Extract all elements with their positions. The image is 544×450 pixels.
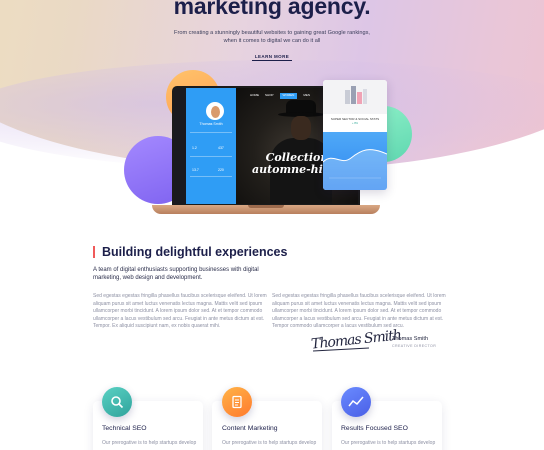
service-title: Results Focused SEO <box>341 425 408 432</box>
mockup-nav-item: SHOP <box>265 93 274 97</box>
analytics-card-sub: + 8% <box>352 122 358 125</box>
section-title: Building delightful experiences <box>102 245 288 259</box>
hero-subline: From creating a stunningly beautiful web… <box>174 30 370 44</box>
bar-chart-icon <box>345 86 367 104</box>
service-title: Technical SEO <box>102 425 147 432</box>
analytics-card-chart <box>323 132 387 190</box>
document-icon <box>222 387 252 417</box>
avatar <box>206 102 224 120</box>
analytics-card-header <box>323 80 387 114</box>
learn-more-link[interactable]: LEARN MORE <box>252 54 292 61</box>
service-title: Content Marketing <box>222 425 278 432</box>
analytics-card: SUPER SECTOR & SOCIAL STATS + 8% <box>323 80 387 190</box>
hero-headline: marketing agency. <box>173 0 371 19</box>
section-accent-bar <box>93 246 95 258</box>
magnifier-icon <box>102 387 132 417</box>
mockup-divider <box>190 132 232 133</box>
signer-role: CREATIVE DIRECTOR <box>392 344 437 348</box>
mockup-stat: 220 <box>218 168 224 172</box>
analytics-card-title: SUPER SECTOR & SOCIAL STATS <box>330 117 380 121</box>
mockup-stat: 437 <box>218 146 224 150</box>
mockup-stat: 13.7 <box>192 168 199 172</box>
signer-name: Thomas Smith <box>392 336 429 342</box>
mockup-divider <box>190 176 232 177</box>
mockup-nav-item-active: WOMEN <box>279 93 298 99</box>
service-text: Our prerogative is to help startups deve… <box>222 440 317 446</box>
chart-line-icon <box>341 387 371 417</box>
mockup-divider <box>190 156 232 157</box>
wave-chart-icon <box>323 149 387 190</box>
mockup-nav-item: HOME <box>250 93 259 97</box>
mockup-profile-name: Thomas Smith <box>199 122 223 126</box>
mockup-stat: 1.2 <box>192 146 197 150</box>
service-text: Our prerogative is to help startups deve… <box>341 440 436 446</box>
laptop-notch <box>248 205 284 208</box>
service-text: Our prerogative is to help startups deve… <box>102 440 197 446</box>
mockup-nav-item: MEN <box>303 93 311 97</box>
mockup-face <box>291 116 311 140</box>
mockup-sidebar <box>174 88 186 204</box>
body-column-left: Sed egestas egestas fringilla phasellus … <box>93 293 267 329</box>
body-column-right: Sed egestas egestas fringilla phasellus … <box>272 293 446 329</box>
section-intro: A team of digital enthusiasts supporting… <box>93 267 259 281</box>
